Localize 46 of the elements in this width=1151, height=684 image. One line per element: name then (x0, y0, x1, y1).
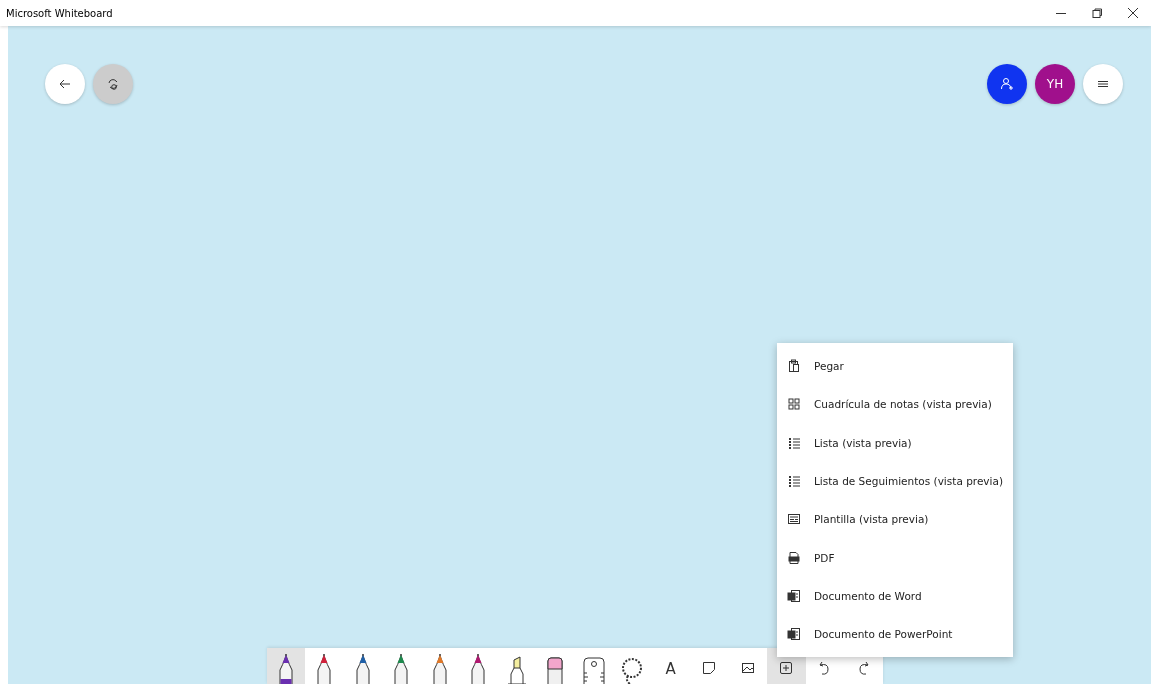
back-arrow-icon (58, 77, 72, 91)
list-icon (787, 474, 801, 489)
clipboard-icon (787, 359, 801, 374)
minimize-icon (1056, 12, 1066, 14)
image-tool-button[interactable] (728, 648, 767, 684)
menu-item[interactable]: Pegar (777, 347, 1013, 386)
lasso-icon (620, 656, 645, 684)
add-person-icon (1000, 77, 1014, 91)
pen-icon (276, 654, 295, 684)
menu-item[interactable]: Cuadrícula de notas (vista previa) (777, 385, 1013, 424)
grid-icon (787, 397, 801, 412)
history-icon (106, 77, 120, 91)
ruler-icon (581, 656, 606, 684)
eraser-icon (546, 656, 565, 684)
pen-icon (392, 654, 411, 684)
pen-icon (430, 654, 449, 684)
invite-button[interactable] (987, 64, 1027, 104)
pen-tool-button[interactable] (266, 648, 305, 684)
menu-item[interactable]: PDF (777, 538, 1013, 577)
list-icon (787, 435, 801, 450)
plus-icon (779, 661, 794, 675)
highlighter-icon (505, 656, 528, 684)
document-icon (787, 588, 801, 603)
image-icon (740, 661, 755, 675)
user-avatar[interactable]: YH (1035, 64, 1075, 104)
pen-icon (315, 654, 334, 684)
pen-icon (469, 654, 488, 684)
menu-item[interactable]: Lista (vista previa) (777, 423, 1013, 462)
menu-button[interactable] (1083, 64, 1123, 104)
pen-icon (353, 654, 372, 684)
text-tool-label: A (665, 660, 676, 678)
undo-icon (817, 661, 832, 675)
whiteboard-canvas[interactable]: YH Pegar Cuadrícula de notas (vista previa) Lista (vista previa) Lista de Seguimientos (vista previa) Plantilla (vista previa) PDF Documento de Word Documento de PowerPoint A (8, 26, 1151, 684)
sticky-note-icon (702, 661, 717, 675)
pen-tool-button[interactable] (305, 648, 344, 684)
close-icon (1126, 6, 1140, 20)
window-title: Microsoft Whiteboard (6, 7, 113, 19)
restore-icon (1090, 6, 1104, 20)
menu-item[interactable]: Lista de Seguimientos (vista previa) (777, 461, 1013, 501)
menu-item[interactable]: Plantilla (vista previa) (777, 500, 1013, 539)
redo-icon (856, 661, 871, 675)
document-icon (787, 627, 801, 642)
menu-item[interactable]: Documento de PowerPoint (777, 615, 1013, 654)
template-icon (787, 512, 801, 527)
menu-item[interactable]: Documento de Word (777, 576, 1013, 616)
text-tool-button[interactable]: A (651, 648, 690, 684)
